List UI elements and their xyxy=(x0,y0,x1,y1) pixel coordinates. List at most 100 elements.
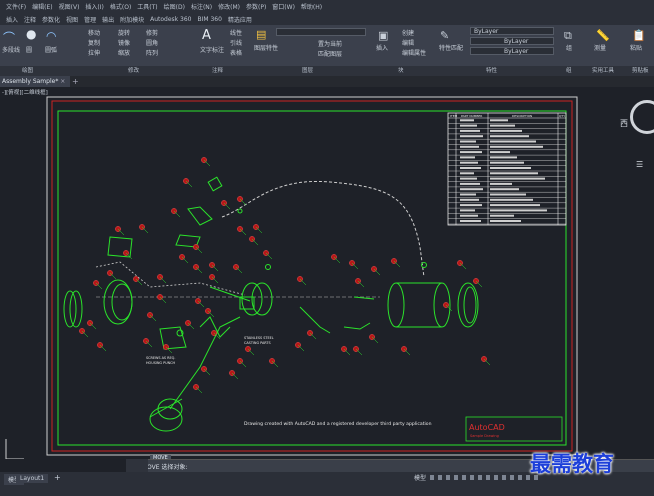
panel-draw-label[interactable]: 绘图 xyxy=(22,66,33,74)
tab-a360[interactable]: Autodesk 360 xyxy=(150,16,191,23)
text-icon[interactable]: A xyxy=(202,28,211,43)
viewcube-west[interactable]: 西 xyxy=(620,118,628,129)
copy-button[interactable]: 复制 xyxy=(88,38,100,47)
viewcube-ring[interactable] xyxy=(630,100,654,134)
watermark: 最需教育 xyxy=(530,451,614,476)
layer-properties-icon[interactable]: ▤ xyxy=(256,28,266,41)
linetype-dropdown[interactable]: ByLayer xyxy=(470,37,554,45)
add-layout-icon[interactable]: + xyxy=(54,473,61,482)
status-model-button[interactable]: 模型 xyxy=(414,473,426,482)
tab-output[interactable]: 输出 xyxy=(102,15,114,24)
arc-icon[interactable]: ◠ xyxy=(46,29,56,43)
stretch-button[interactable]: 拉伸 xyxy=(88,48,100,57)
insert-block-icon[interactable]: ▣ xyxy=(378,29,388,42)
bom-row-part xyxy=(460,129,480,132)
linear-button[interactable]: 线性 xyxy=(230,28,242,37)
panel-layers-label[interactable]: 图层 xyxy=(302,66,313,74)
panel-clipboard-label[interactable]: 剪贴板 xyxy=(632,66,649,74)
paste-button[interactable]: 粘贴 xyxy=(630,43,642,52)
bom-row-text xyxy=(490,151,510,154)
menu-dimension[interactable]: 标注(N) xyxy=(191,2,212,11)
document-tabs xyxy=(0,76,654,87)
file-tab[interactable]: Assembly Sample* × xyxy=(0,76,70,87)
close-icon[interactable]: × xyxy=(60,78,65,85)
label-screws: SCREWS AS REQ. xyxy=(146,356,175,360)
scale-button[interactable]: 缩放 xyxy=(118,48,130,57)
create-block-button[interactable]: 创建 xyxy=(402,28,414,37)
match-properties-button[interactable]: 特性匹配 xyxy=(439,43,463,52)
lineweight-dropdown[interactable]: ByLayer xyxy=(470,47,554,55)
tab-addins[interactable]: 附加模块 xyxy=(120,15,144,24)
menu-view[interactable]: 视图(V) xyxy=(59,2,80,11)
group-button[interactable]: 组 xyxy=(566,43,572,52)
new-tab-button[interactable]: + xyxy=(72,77,79,86)
measure-button[interactable]: 测量 xyxy=(594,43,606,52)
layer-dropdown[interactable] xyxy=(276,28,366,36)
polyline-icon[interactable]: ⌒ xyxy=(3,29,15,46)
array-button[interactable]: 阵列 xyxy=(146,48,158,57)
panel-properties-label[interactable]: 特性 xyxy=(486,66,497,74)
menu-window[interactable]: 窗口(W) xyxy=(272,2,295,11)
menu-edit[interactable]: 编辑(E) xyxy=(32,2,52,11)
tab-view[interactable]: 视图 xyxy=(66,15,78,24)
leader-button[interactable]: 引线 xyxy=(230,38,242,47)
bom-row-text xyxy=(490,214,514,217)
rotate-button[interactable]: 旋转 xyxy=(118,28,130,37)
trim-button[interactable]: 修剪 xyxy=(146,28,158,37)
bom-row-part xyxy=(460,124,477,127)
leader-line xyxy=(239,198,247,206)
insert-block-button[interactable]: 插入 xyxy=(376,43,388,52)
tab-parametric[interactable]: 参数化 xyxy=(42,15,60,24)
leader-line xyxy=(159,276,167,284)
panel-modify-label[interactable]: 修改 xyxy=(128,66,139,74)
status-toggles[interactable] xyxy=(430,475,540,480)
edit-attr-button[interactable]: 编辑属性 xyxy=(402,48,426,57)
text-button[interactable]: 文字 xyxy=(200,45,212,54)
menu-insert[interactable]: 插入(I) xyxy=(85,2,103,11)
mirror-button[interactable]: 镜像 xyxy=(118,38,130,47)
fillet-button[interactable]: 圆角 xyxy=(146,38,158,47)
bom-header-part: PART NUMBER xyxy=(461,114,482,118)
move-button[interactable]: 移动 xyxy=(88,28,100,37)
arc-button[interactable]: 圆弧 xyxy=(45,45,57,54)
paste-icon[interactable]: 📋 xyxy=(632,29,646,42)
menu-params[interactable]: 参数(P) xyxy=(246,2,266,11)
make-current-button[interactable]: 置为当前 xyxy=(318,39,342,48)
menu-modify[interactable]: 修改(M) xyxy=(218,2,240,11)
tab-manage[interactable]: 管理 xyxy=(84,15,96,24)
measure-icon[interactable]: 📏 xyxy=(596,29,610,42)
menu-help[interactable]: 帮助(H) xyxy=(301,2,322,11)
command-close-button[interactable] xyxy=(126,459,148,472)
match-properties-icon[interactable]: ✎ xyxy=(440,29,449,42)
panel-utilities-label[interactable]: 实用工具 xyxy=(592,66,614,74)
drawing-canvas[interactable]: ITEM PART NUMBER DESCRIPTION QTY AutoCAD… xyxy=(0,87,654,459)
edit-block-button[interactable]: 编辑 xyxy=(402,38,414,47)
dim-button[interactable]: 标注 xyxy=(212,45,224,54)
viewcube-menu-icon[interactable]: ☰ xyxy=(636,160,643,169)
flange-part xyxy=(63,279,273,328)
leader-line xyxy=(195,386,203,394)
panel-groups-label[interactable]: 组 xyxy=(566,66,572,74)
group-icon[interactable]: ⧉ xyxy=(564,29,572,43)
table-button[interactable]: 表格 xyxy=(230,48,242,57)
match-layer-button[interactable]: 匹配图层 xyxy=(318,49,342,58)
layer-properties-button[interactable]: 图层特性 xyxy=(254,43,278,52)
tab-bim360[interactable]: BIM 360 xyxy=(198,16,222,23)
menu-format[interactable]: 格式(O) xyxy=(110,2,131,11)
panel-annotation-label[interactable]: 注释 xyxy=(212,66,223,74)
tab-annotate[interactable]: 注释 xyxy=(24,15,36,24)
circle-button[interactable]: 圆 xyxy=(26,45,32,54)
menu-draw[interactable]: 绘图(D) xyxy=(164,2,185,11)
bom-row-text xyxy=(490,220,521,222)
leader-line xyxy=(117,228,125,236)
circle-icon[interactable]: ● xyxy=(26,27,36,41)
color-dropdown[interactable]: ByLayer xyxy=(470,27,554,35)
panel-block-label[interactable]: 块 xyxy=(398,66,404,74)
layout-tab-layout1[interactable]: Layout1 xyxy=(16,474,49,483)
tab-insert[interactable]: 插入 xyxy=(6,15,18,24)
menu-tools[interactable]: 工具(T) xyxy=(137,2,157,11)
viewcube[interactable]: 西 ☰ xyxy=(620,96,654,169)
tab-featured[interactable]: 精选应用 xyxy=(228,15,252,24)
menu-file[interactable]: 文件(F) xyxy=(6,2,26,11)
polyline-button[interactable]: 多段线 xyxy=(2,45,20,54)
